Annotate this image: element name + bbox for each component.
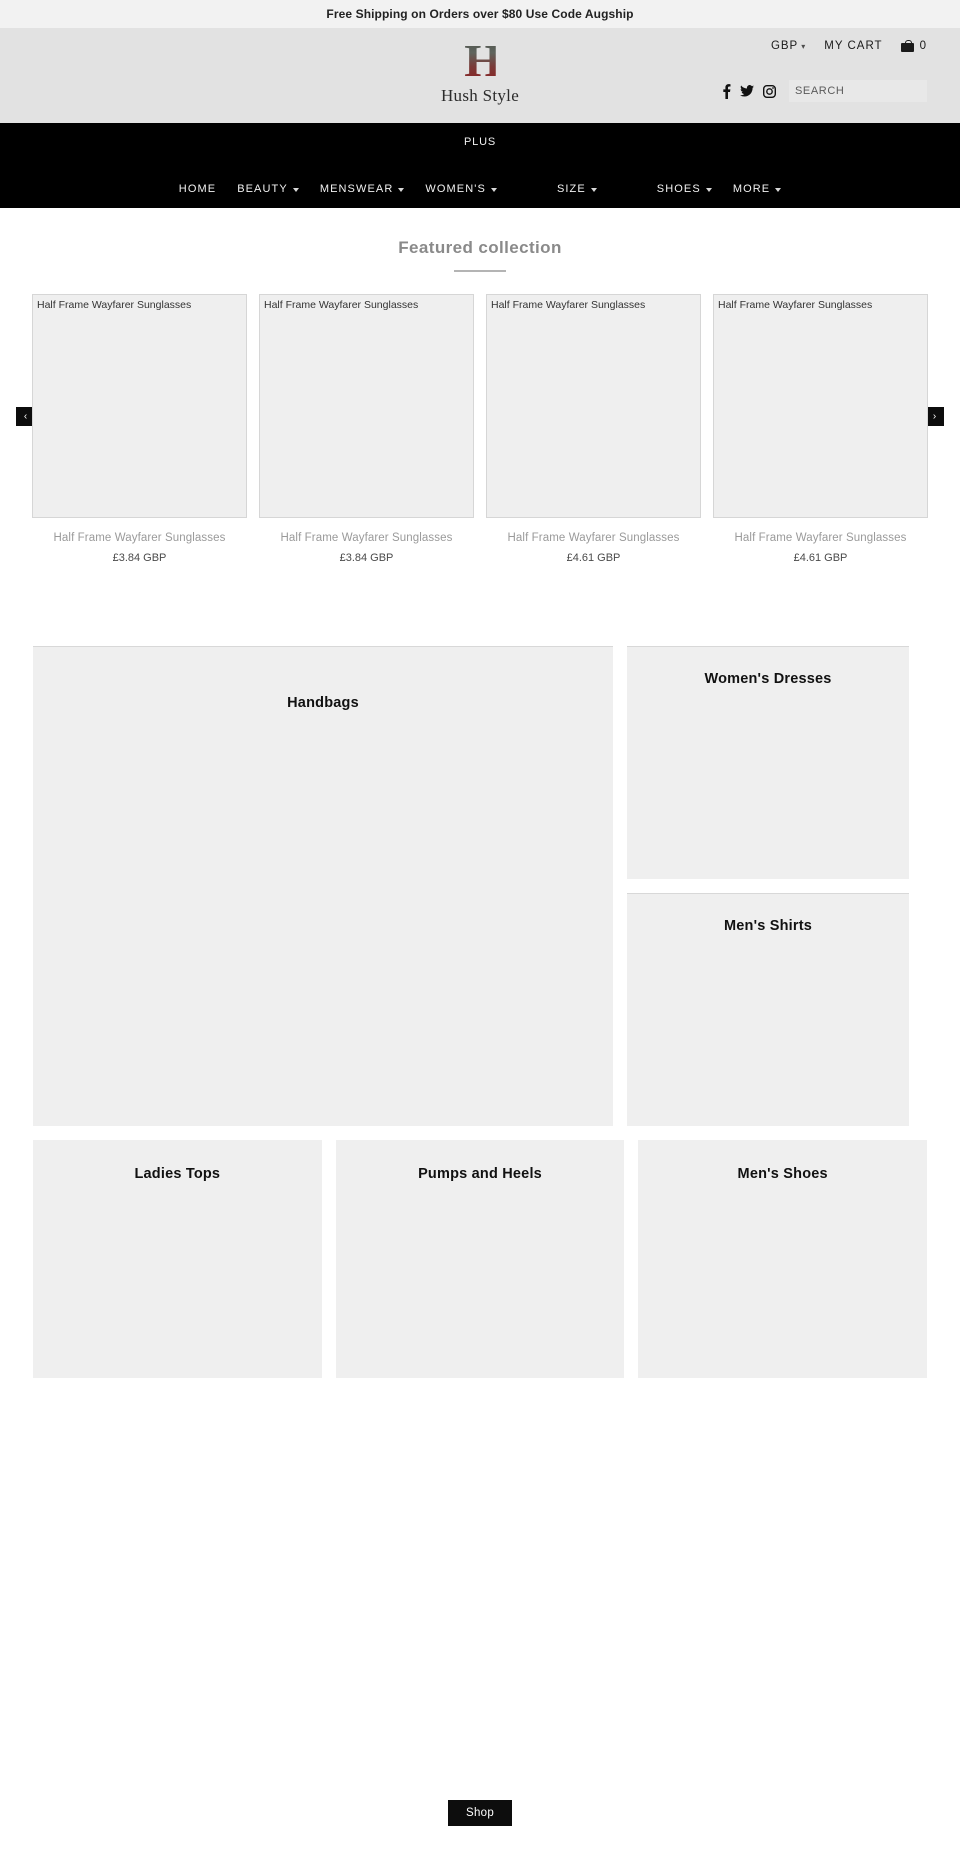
nav-item-shoes[interactable]: SHOES [657, 183, 712, 195]
product-card[interactable]: Half Frame Wayfarer Sunglasses Half Fram… [259, 294, 474, 564]
nav-item-beauty[interactable]: BEAUTY [237, 183, 299, 195]
search-input[interactable] [789, 80, 927, 102]
product-card[interactable]: Half Frame Wayfarer Sunglasses Half Fram… [32, 294, 247, 564]
cart-count: 0 [919, 40, 927, 52]
carousel-track: Half Frame Wayfarer Sunglasses Half Fram… [32, 294, 928, 564]
product-title: Half Frame Wayfarer Sunglasses [280, 532, 453, 544]
collection-grid-bottom: Ladies Tops Pumps and Heels Men's Shoes [33, 1140, 928, 1378]
nav-item-menswear[interactable]: MENSWEAR [320, 183, 405, 195]
nav-item-more[interactable]: MORE [732, 183, 782, 195]
product-price: £3.84 GBP [339, 552, 394, 564]
chevron-down-icon [490, 187, 497, 192]
nav-item-size[interactable]: SIZE [557, 183, 597, 195]
currency-value: GBP [770, 40, 799, 52]
main-navigation: PLUS HOME BEAUTY MENSWEAR WOMEN'S SIZE S… [0, 123, 960, 208]
brand-name: Hush Style [440, 86, 520, 105]
collection-tile-mens-shoes[interactable]: Men's Shoes [638, 1140, 928, 1378]
nav-menu: HOME BEAUTY MENSWEAR WOMEN'S SIZE SHOES … [0, 183, 960, 195]
nav-label-shoes: SHOES [656, 183, 701, 195]
product-price: £3.84 GBP [112, 552, 167, 564]
my-cart-link[interactable]: MY CART [824, 40, 882, 52]
announcement-text: Free Shipping on Orders over $80 Use Cod… [326, 7, 634, 21]
social-links [722, 83, 776, 99]
product-title: Half Frame Wayfarer Sunglasses [734, 532, 907, 544]
nav-label-menswear: MENSWEAR [319, 183, 394, 195]
announcement-bar: Free Shipping on Orders over $80 Use Cod… [0, 0, 960, 28]
product-image-alt-text: Half Frame Wayfarer Sunglasses [264, 299, 419, 311]
chevron-down-icon [590, 187, 597, 192]
twitter-icon[interactable] [740, 84, 754, 98]
chevron-down-icon [292, 187, 299, 192]
collection-grid: Handbags Women's Dresses Men's Shirts La… [0, 646, 960, 1378]
collection-tile-mens-shirts[interactable]: Men's Shirts [627, 893, 909, 1126]
product-image-alt-text: Half Frame Wayfarer Sunglasses [491, 299, 646, 311]
product-image-alt-text: Half Frame Wayfarer Sunglasses [718, 299, 873, 311]
instagram-icon[interactable] [763, 84, 776, 98]
product-image[interactable]: Half Frame Wayfarer Sunglasses [713, 294, 928, 518]
collection-tile-pumps-and-heels[interactable]: Pumps and Heels [335, 1140, 625, 1378]
nav-label-more: MORE [732, 183, 771, 195]
product-price: £4.61 GBP [793, 552, 848, 564]
product-image[interactable]: Half Frame Wayfarer Sunglasses [32, 294, 247, 518]
shop-button[interactable]: Shop [448, 1800, 512, 1826]
shop-button-container: Shop [0, 1800, 960, 1826]
collection-tile-label: Ladies Tops [134, 1166, 221, 1182]
header-utility-row: GBP ▾ MY CART 0 [771, 40, 927, 52]
collection-tile-label: Pumps and Heels [418, 1166, 542, 1182]
collection-tile-womens-dresses[interactable]: Women's Dresses [627, 646, 909, 879]
collection-grid-top: Handbags Women's Dresses Men's Shirts [33, 646, 927, 1126]
chevron-down-icon [775, 187, 782, 192]
collection-tile-label: Men's Shoes [737, 1166, 828, 1182]
nav-item-home[interactable]: HOME [179, 183, 216, 195]
shopping-bag-icon [900, 40, 914, 52]
featured-collection-section: Featured collection [0, 208, 960, 272]
product-carousel: ‹ › Half Frame Wayfarer Sunglasses Half … [0, 294, 960, 564]
nav-label-womens: WOMEN'S [425, 183, 486, 195]
nav-plus-row: PLUS [0, 136, 960, 148]
cart-summary[interactable]: 0 [900, 40, 927, 52]
logo-monogram-icon: H [464, 35, 502, 86]
product-price: £4.61 GBP [566, 552, 621, 564]
product-image[interactable]: Half Frame Wayfarer Sunglasses [486, 294, 701, 518]
collection-tile-label: Women's Dresses [704, 671, 832, 687]
collection-tile-label: Men's Shirts [723, 918, 813, 934]
product-card[interactable]: Half Frame Wayfarer Sunglasses Half Fram… [486, 294, 701, 564]
featured-collection-title: Featured collection [398, 238, 562, 257]
header-social-search-row [722, 80, 927, 102]
product-image-alt-text: Half Frame Wayfarer Sunglasses [37, 299, 192, 311]
title-underline [454, 270, 506, 272]
collection-tile-handbags[interactable]: Handbags [33, 646, 613, 1126]
collection-grid-right-column: Women's Dresses Men's Shirts [627, 646, 909, 1126]
nav-item-womens[interactable]: WOMEN'S [425, 183, 497, 195]
product-card[interactable]: Half Frame Wayfarer Sunglasses Half Fram… [713, 294, 928, 564]
collection-tile-ladies-tops[interactable]: Ladies Tops [33, 1140, 322, 1378]
collection-tile-label: Handbags [287, 695, 359, 711]
nav-label-beauty: BEAUTY [237, 183, 288, 195]
product-image[interactable]: Half Frame Wayfarer Sunglasses [259, 294, 474, 518]
facebook-icon[interactable] [722, 83, 731, 99]
site-header: H Hush Style GBP ▾ MY CART 0 [0, 28, 960, 123]
nav-item-plus[interactable]: PLUS [464, 136, 496, 148]
product-title: Half Frame Wayfarer Sunglasses [507, 532, 680, 544]
chevron-down-icon [705, 187, 712, 192]
chevron-down-icon: ▾ [801, 41, 807, 51]
nav-label-home: HOME [178, 183, 217, 195]
product-title: Half Frame Wayfarer Sunglasses [53, 532, 226, 544]
currency-selector[interactable]: GBP ▾ [771, 40, 806, 52]
nav-label-size: SIZE [556, 183, 586, 195]
chevron-down-icon [398, 187, 405, 192]
